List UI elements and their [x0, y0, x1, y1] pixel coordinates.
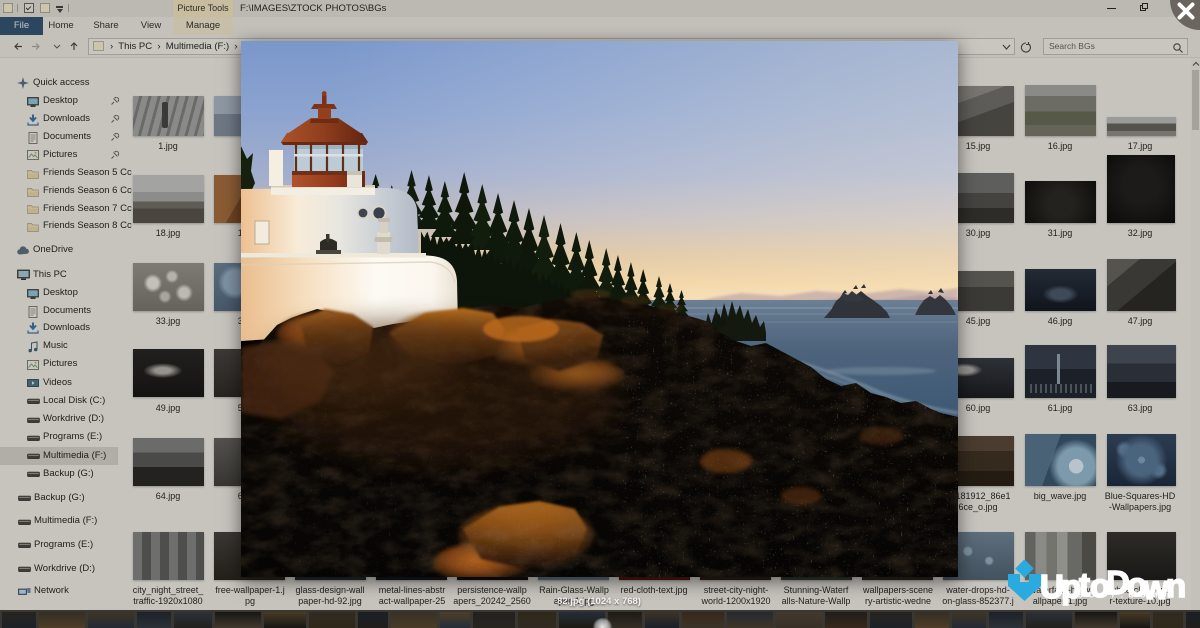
svg-text:w: w: [1142, 569, 1169, 606]
svg-text:S O F T . C O M: S O F T . C O M: [1078, 591, 1159, 600]
svg-text:n: n: [1166, 567, 1186, 604]
